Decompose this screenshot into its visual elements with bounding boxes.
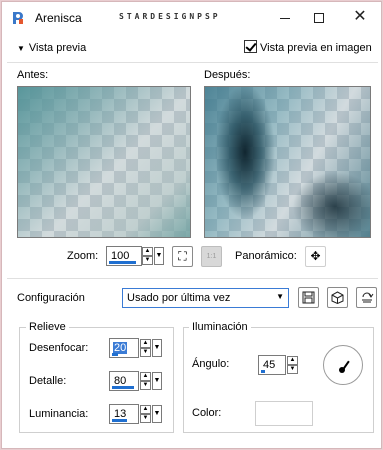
after-preview-pane[interactable] xyxy=(204,86,371,238)
desenfocar-input[interactable]: 20 xyxy=(109,338,139,358)
zoom-input[interactable]: 100 xyxy=(106,246,142,266)
angle-dial[interactable] xyxy=(323,345,363,385)
checkbox-checked-icon xyxy=(244,40,257,53)
fit-window-icon: ⛶ xyxy=(178,249,187,263)
color-swatch[interactable] xyxy=(255,401,313,426)
preview-header: ▼ Vista previa Vista previa en imagen xyxy=(2,34,381,60)
detalle-stepper[interactable]: ▲ ▼ xyxy=(140,372,151,390)
floppy-disk-icon xyxy=(302,291,315,304)
preset-select-value: Usado por última vez xyxy=(127,292,231,304)
spin-up-icon[interactable]: ▲ xyxy=(140,405,151,414)
spin-down-icon[interactable]: ▼ xyxy=(287,365,298,374)
angulo-label: Ángulo: xyxy=(192,358,230,370)
zoom-level-bar xyxy=(109,261,136,264)
spin-up-icon[interactable]: ▲ xyxy=(140,372,151,381)
chevron-down-icon: ▼ xyxy=(276,292,284,301)
watermark-text: STARDESIGNPSP xyxy=(119,12,221,21)
move-arrows-icon: ✥ xyxy=(310,249,321,263)
reset-button[interactable] xyxy=(356,287,377,308)
close-button[interactable]: ✕ xyxy=(345,5,375,29)
before-label: Antes: xyxy=(17,69,49,81)
dice-icon xyxy=(331,291,344,305)
paintshop-app-icon xyxy=(13,12,23,24)
luminancia-label: Luminancia: xyxy=(29,408,89,420)
desenfocar-stepper[interactable]: ▲ ▼ xyxy=(140,339,151,357)
chevron-down-icon: ▼ xyxy=(153,344,161,351)
spin-down-icon[interactable]: ▼ xyxy=(140,414,151,423)
before-preview-pane[interactable] xyxy=(17,86,191,238)
color-label: Color: xyxy=(192,407,222,419)
preview-on-image-checkbox[interactable]: Vista previa en imagen xyxy=(244,40,372,54)
reset-icon xyxy=(361,292,373,303)
actual-size-icon: 1:1 xyxy=(206,253,217,260)
chevron-down-icon: ▼ xyxy=(155,252,163,259)
divider xyxy=(7,278,378,279)
zoom-label: Zoom: xyxy=(67,250,99,262)
randomize-button[interactable] xyxy=(327,287,348,308)
spin-up-icon[interactable]: ▲ xyxy=(287,356,298,365)
window-title: Arenisca xyxy=(35,11,82,25)
luminancia-dropdown-button[interactable]: ▼ xyxy=(152,405,162,423)
after-label: Después: xyxy=(204,69,251,81)
divider xyxy=(7,62,378,63)
luminancia-stepper[interactable]: ▲ ▼ xyxy=(140,405,151,423)
dialog-window: Arenisca STARDESIGNPSP ✕ ▼ Vista previa V… xyxy=(1,1,382,449)
iluminacion-title: Iluminación xyxy=(189,321,251,333)
luminancia-input[interactable]: 13 xyxy=(109,404,139,424)
chevron-down-icon: ▼ xyxy=(153,377,161,384)
detalle-input[interactable]: 80 xyxy=(109,371,139,391)
angulo-level-bar xyxy=(261,370,265,373)
detalle-label: Detalle: xyxy=(29,375,67,387)
minimize-icon xyxy=(280,17,290,19)
preview-collapse-toggle[interactable]: ▼ Vista previa xyxy=(17,42,86,54)
spin-up-icon[interactable]: ▲ xyxy=(142,247,153,256)
detalle-dropdown-button[interactable]: ▼ xyxy=(152,372,162,390)
detalle-level-bar xyxy=(112,386,134,389)
zoom-fit-button[interactable]: ⛶ xyxy=(172,246,193,267)
luminancia-level-bar xyxy=(112,419,127,422)
actual-size-button[interactable]: 1:1 xyxy=(201,246,222,267)
relieve-title: Relieve xyxy=(26,321,69,333)
desenfocar-level-bar xyxy=(112,353,118,356)
spin-up-icon[interactable]: ▲ xyxy=(140,339,151,348)
triangle-down-icon: ▼ xyxy=(17,44,25,53)
spin-down-icon[interactable]: ▼ xyxy=(140,381,151,390)
chevron-down-icon: ▼ xyxy=(153,410,161,417)
save-preset-button[interactable] xyxy=(298,287,319,308)
pan-button[interactable]: ✥ xyxy=(305,246,326,267)
angulo-stepper[interactable]: ▲ ▼ xyxy=(287,356,298,374)
maximize-button[interactable] xyxy=(304,5,334,29)
desenfocar-dropdown-button[interactable]: ▼ xyxy=(152,339,162,357)
spin-down-icon[interactable]: ▼ xyxy=(142,256,153,265)
zoom-stepper[interactable]: ▲ ▼ xyxy=(142,247,153,265)
spin-down-icon[interactable]: ▼ xyxy=(140,348,151,357)
maximize-icon xyxy=(314,13,324,24)
configuration-label: Configuración xyxy=(17,292,85,304)
desenfocar-label: Desenfocar: xyxy=(29,342,89,354)
preview-toggle-label: Vista previa xyxy=(28,42,87,54)
preview-on-image-label: Vista previa en imagen xyxy=(260,42,372,54)
panoramic-label: Panorámico: xyxy=(235,250,297,262)
angle-pivot-icon xyxy=(339,367,345,373)
title-bar[interactable]: Arenisca STARDESIGNPSP ✕ xyxy=(2,2,381,34)
preset-select[interactable]: Usado por última vez ▼ xyxy=(122,288,289,308)
minimize-button[interactable] xyxy=(270,5,300,29)
zoom-dropdown-button[interactable]: ▼ xyxy=(154,247,164,265)
angulo-input[interactable]: 45 xyxy=(258,355,286,375)
